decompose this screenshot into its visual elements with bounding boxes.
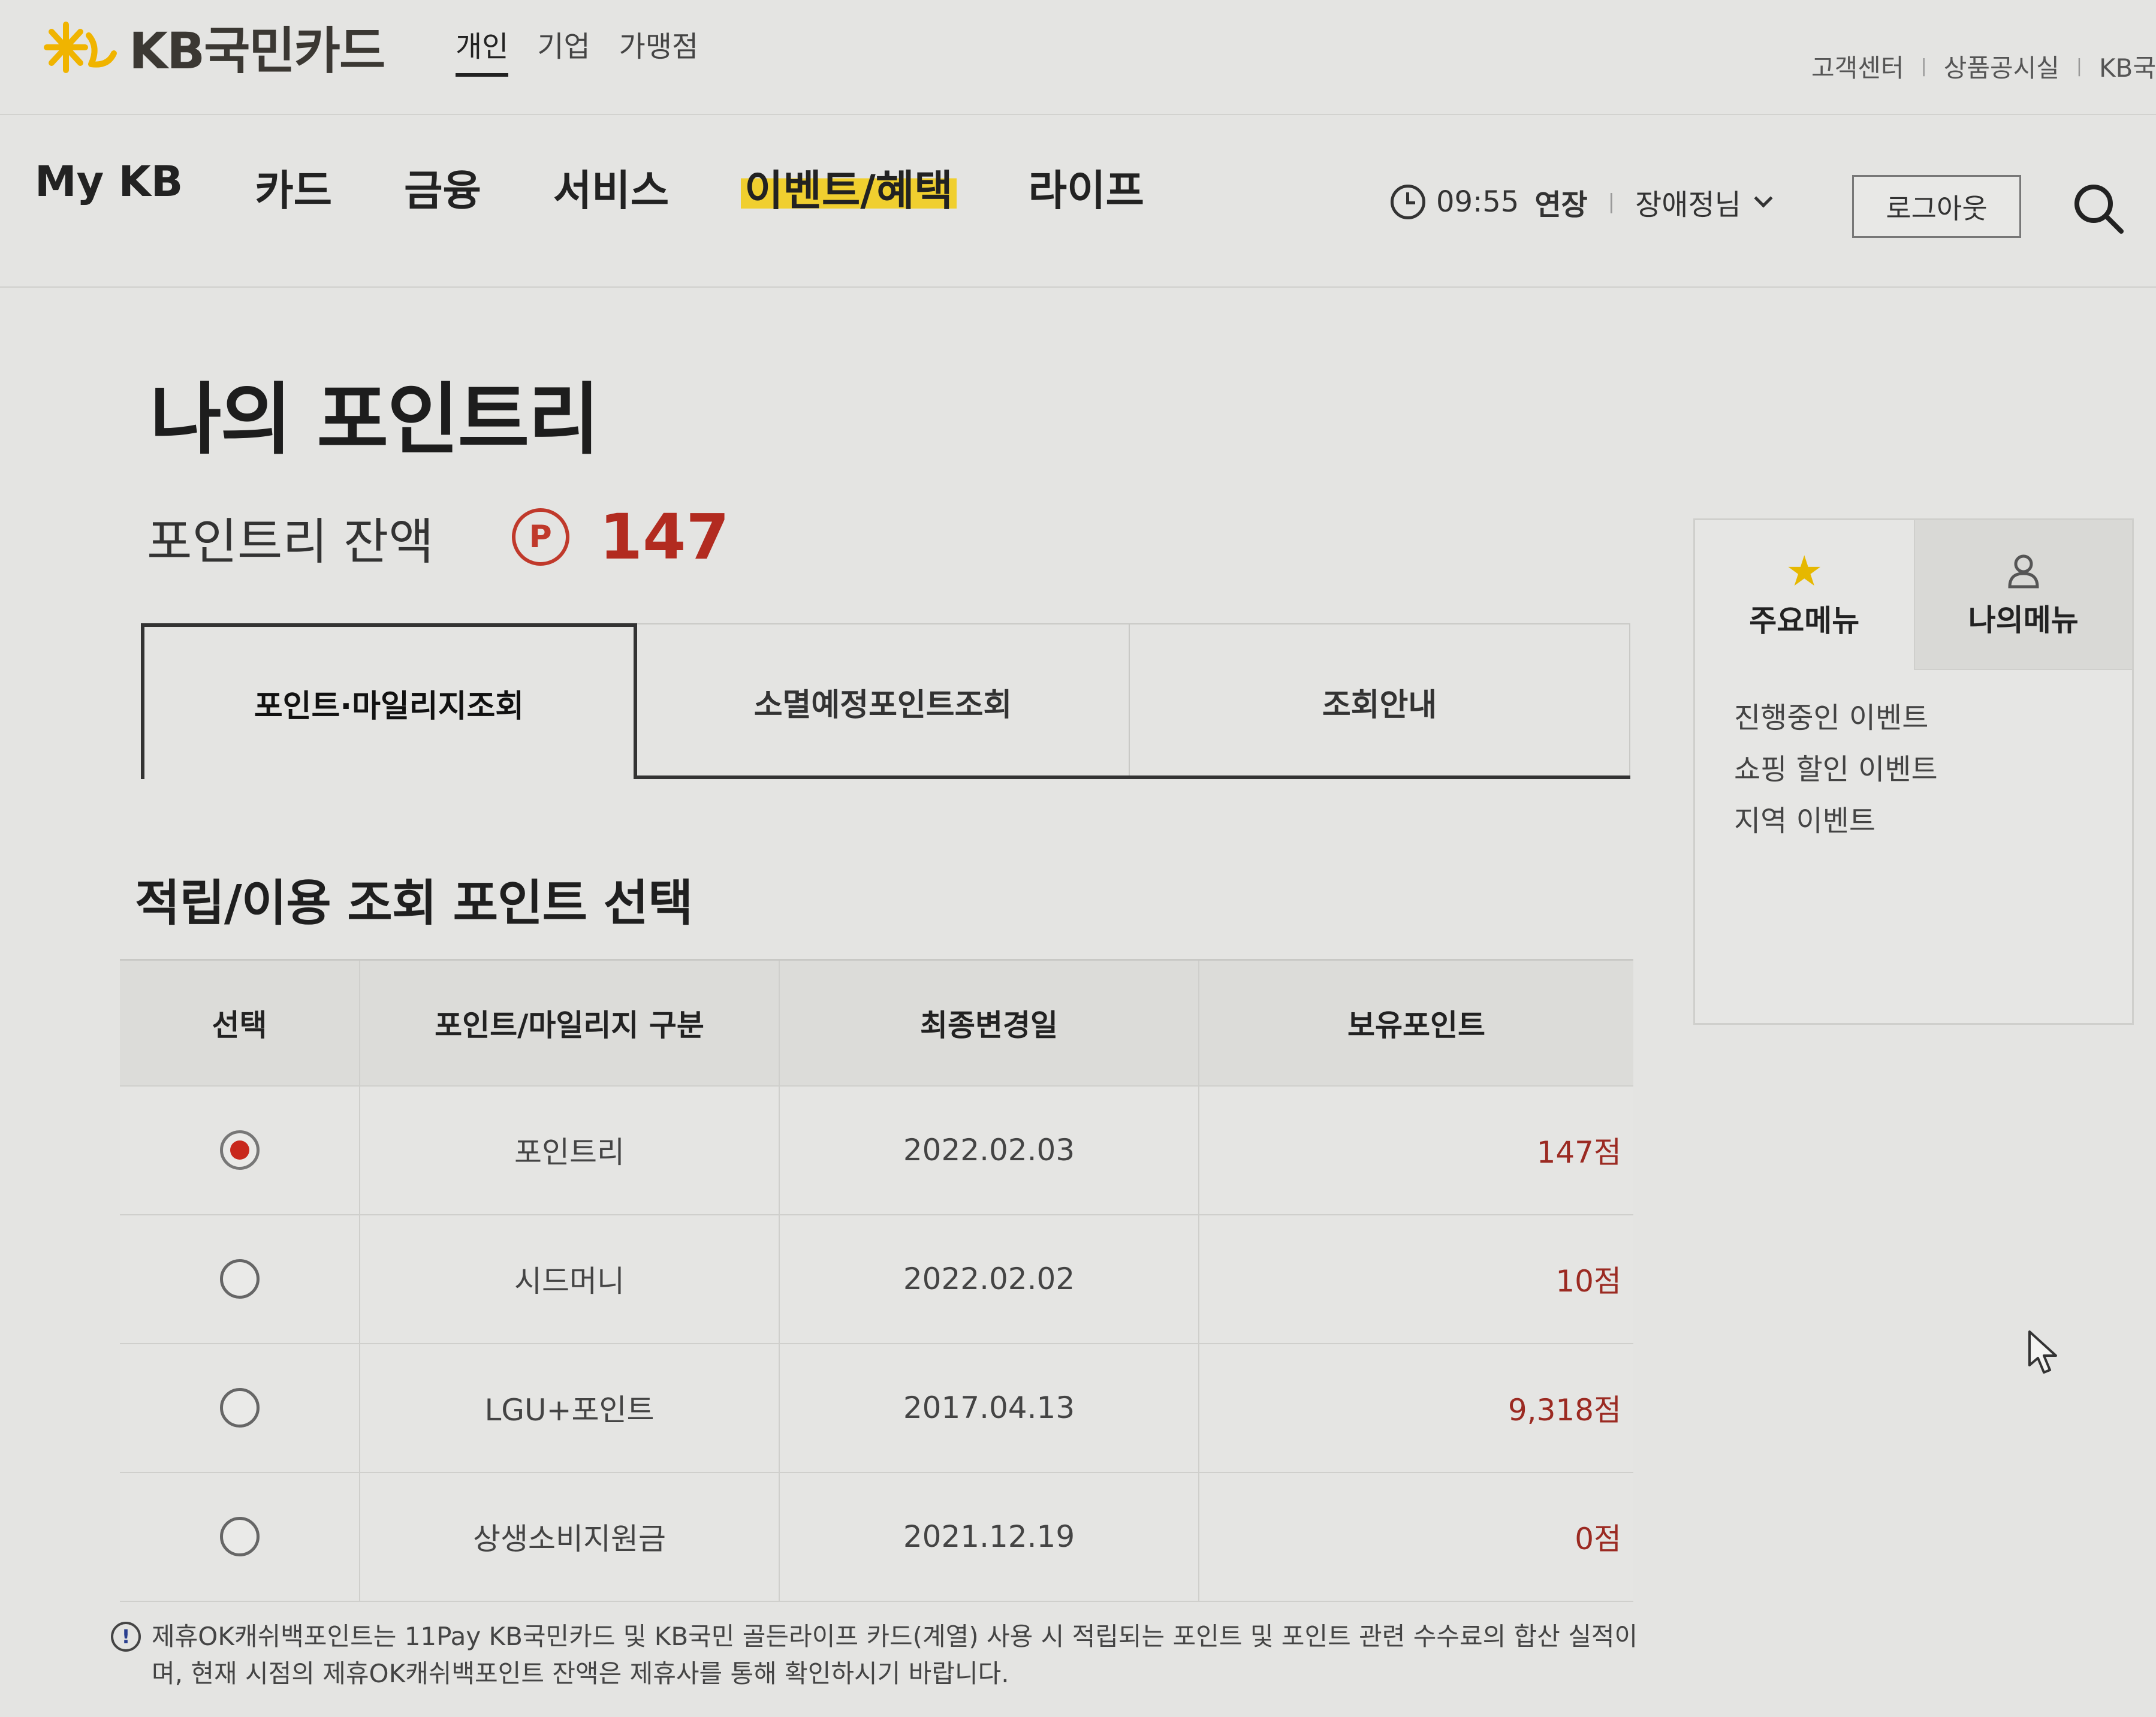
table-row: 상생소비지원금 2021.12.19 0점 (120, 1472, 1633, 1602)
chevron-down-icon (1754, 189, 1773, 208)
point-icon: P (511, 508, 569, 566)
tab-merchant[interactable]: 가맹점 (619, 23, 698, 77)
select-cell (120, 1343, 360, 1473)
select-cell (120, 1214, 360, 1344)
customer-center-link[interactable]: 고객센터 (1811, 48, 1904, 85)
balance-label: 포인트리 잔액 (147, 513, 434, 571)
header-select: 선택 (120, 959, 360, 1087)
type-cell: LGU+포인트 (359, 1343, 779, 1473)
tab-my-menu-label: 나의메뉴 (1968, 603, 2079, 638)
nav-item-mykb[interactable]: My KB (35, 157, 183, 218)
header-type: 포인트/마일리지 구분 (359, 959, 779, 1087)
tab-expiring-points[interactable]: 소멸예정포인트조회 (637, 623, 1130, 779)
points-cell: 147점 (1198, 1085, 1633, 1215)
star-icon: ★ (1785, 547, 1823, 596)
table-row: LGU+포인트 2017.04.13 9,318점 (120, 1343, 1633, 1473)
person-icon (2008, 554, 2039, 589)
date-cell: 2017.04.13 (779, 1343, 1199, 1473)
quick-menu-tabs: ★ 주요메뉴 나의메뉴 (1695, 520, 2132, 670)
session-timer: 09:55 (1436, 185, 1519, 219)
user-name: 장애정님 (1635, 188, 1741, 222)
table-row: 시드머니 2022.02.02 10점 (120, 1214, 1633, 1344)
section-title: 적립/이용 조회 포인트 선택 (135, 875, 693, 932)
date-cell: 2021.12.19 (779, 1472, 1199, 1602)
tabs-underline (636, 775, 1630, 779)
radio-lgu-point[interactable] (219, 1388, 260, 1428)
tab-my-menu[interactable]: 나의메뉴 (1913, 520, 2132, 670)
header-points: 보유포인트 (1198, 959, 1633, 1087)
nav-item-card[interactable]: 카드 (255, 157, 332, 218)
top-bar: KB국민카드 개인 기업 가맹점 고객센터 | 상품공시실 | KB국 (0, 0, 2156, 114)
points-table: 선택 포인트/마일리지 구분 최종변경일 보유포인트 포인트리 2022.02.… (120, 959, 1633, 1602)
type-cell: 시드머니 (359, 1214, 779, 1344)
tab-personal[interactable]: 개인 (456, 23, 509, 77)
tab-business[interactable]: 기업 (537, 23, 590, 77)
nav-item-service[interactable]: 서비스 (553, 157, 669, 218)
points-cell: 9,318점 (1198, 1343, 1633, 1473)
user-menu[interactable]: 장애정님 (1635, 181, 1773, 223)
select-cell (120, 1085, 360, 1215)
kb-star-logo-icon (44, 21, 117, 73)
kb-logo[interactable]: KB국민카드 (42, 11, 385, 83)
date-cell: 2022.02.02 (779, 1214, 1199, 1344)
type-cell: 상생소비지원금 (359, 1472, 779, 1602)
info-icon: ! (111, 1622, 141, 1652)
logout-button[interactable]: 로그아웃 (1852, 175, 2021, 238)
link-ongoing-events[interactable]: 진행중인 이벤트 (1734, 694, 2132, 746)
nav-item-finance[interactable]: 금융 (404, 157, 481, 218)
date-cell: 2022.02.03 (779, 1085, 1199, 1215)
type-cell: 포인트리 (359, 1085, 779, 1215)
info-note: ! 제휴OK캐쉬백포인트는 11Pay KB국민카드 및 KB국민 골든라이프 … (111, 1618, 1645, 1692)
header-date: 최종변경일 (779, 959, 1199, 1087)
point-balance: 포인트리 잔액 P 147 (147, 500, 729, 574)
balance-value: 147 (599, 500, 729, 574)
radio-seed-money[interactable] (219, 1259, 260, 1299)
divider: | (1920, 56, 1927, 77)
brand-name: KB국민카드 (129, 22, 385, 80)
utility-links: 고객센터 | 상품공시실 | KB국 (1811, 48, 2156, 85)
kb-group-link[interactable]: KB국 (2099, 48, 2156, 85)
quick-menu-panel: ★ 주요메뉴 나의메뉴 진행중인 이벤트 쇼핑 할인 이벤트 지역 이벤트 (1693, 518, 2134, 1025)
tab-point-mileage-inquiry[interactable]: 포인트·마일리지조회 (141, 623, 637, 779)
link-regional-events[interactable]: 지역 이벤트 (1734, 797, 2132, 849)
tab-inquiry-guide[interactable]: 조회안내 (1130, 623, 1630, 779)
point-tabs: 포인트·마일리지조회 소멸예정포인트조회 조회안내 (141, 623, 1630, 791)
radio-consumption-grant[interactable] (219, 1517, 260, 1556)
quick-menu-links: 진행중인 이벤트 쇼핑 할인 이벤트 지역 이벤트 (1695, 670, 2132, 849)
points-cell: 10점 (1198, 1214, 1633, 1344)
nav-menu: My KB 카드 금융 서비스 이벤트/혜택 라이프 (35, 157, 1216, 218)
extend-session-button[interactable]: 연장 (1534, 181, 1587, 223)
select-cell (120, 1472, 360, 1602)
main-nav: My KB 카드 금융 서비스 이벤트/혜택 라이프 09:55 연장 | 장애… (0, 114, 2156, 288)
mouse-cursor-icon (2028, 1330, 2057, 1374)
product-disclosure-link[interactable]: 상품공시실 (1944, 48, 2059, 85)
radio-pointree[interactable] (219, 1130, 260, 1170)
points-cell: 0점 (1198, 1472, 1633, 1602)
nav-item-events[interactable]: 이벤트/혜택 (741, 157, 957, 218)
divider: | (1608, 190, 1615, 214)
tab-main-menu[interactable]: ★ 주요메뉴 (1695, 520, 1914, 670)
search-icon[interactable] (2071, 181, 2125, 235)
clock-icon (1391, 185, 1425, 219)
divider: | (2076, 56, 2082, 77)
link-shopping-discount-events[interactable]: 쇼핑 할인 이벤트 (1734, 746, 2132, 797)
tab-main-menu-label: 주요메뉴 (1749, 603, 1860, 638)
session-info: 09:55 연장 | 장애정님 (1391, 181, 1773, 223)
table-header-row: 선택 포인트/마일리지 구분 최종변경일 보유포인트 (120, 959, 1633, 1087)
nav-item-life[interactable]: 라이프 (1029, 157, 1144, 218)
table-row: 포인트리 2022.02.03 147점 (120, 1085, 1633, 1215)
note-text: 제휴OK캐쉬백포인트는 11Pay KB국민카드 및 KB국민 골든라이프 카드… (152, 1622, 1638, 1688)
audience-tabs: 개인 기업 가맹점 (456, 23, 698, 77)
page-title: 나의 포인트리 (150, 374, 600, 465)
